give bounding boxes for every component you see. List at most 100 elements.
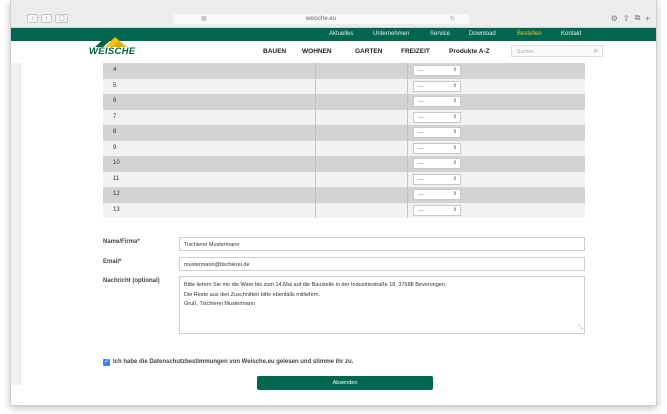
nav-garten[interactable]: GARTEN [355,48,382,55]
table-cell[interactable] [103,156,316,172]
table-cell[interactable] [316,156,408,172]
select-value: --- [418,130,424,136]
select-value: --- [418,192,424,198]
search-placeholder: Suchen [517,49,534,55]
table-cell[interactable] [316,94,408,110]
topnav-unternehmen[interactable]: Unternehmen [373,31,409,37]
select-arrow-icon: ⇕ [452,160,457,166]
row-select[interactable]: --- ⇕ [413,142,461,154]
select-value: --- [418,145,424,152]
table-cell[interactable] [103,202,316,218]
row-select[interactable]: --- ⇕ [413,204,461,216]
left-strip [11,63,21,385]
row-select[interactable]: --- ⇕ [413,127,461,138]
table-cell[interactable] [103,78,316,94]
table-row: 11 --- ⇕ [103,171,585,187]
email-value: mustermann@tischlerei.de [184,262,250,268]
row-select[interactable]: --- ⇕ [413,173,461,185]
table-cell[interactable] [316,171,408,187]
table-row: 12 --- ⇕ [103,187,585,203]
forward-button[interactable]: › [41,14,52,23]
topnav-service[interactable]: Service [430,31,450,37]
table-cell[interactable] [103,140,316,156]
reload-icon[interactable]: ↻ [450,14,455,24]
table-row: 13 --- ⇕ [103,202,585,218]
nav-bauen[interactable]: BAUEN [263,48,286,55]
address-bar[interactable]: ▦ weische.eu ↻ [173,14,469,24]
select-value: --- [418,99,424,105]
nav-produkte-a-z[interactable]: Produkte A-Z [449,48,490,55]
email-field[interactable]: mustermann@tischlerei.de [179,257,585,271]
share-icon[interactable]: ⇪ [623,14,630,23]
table-cell[interactable] [103,109,316,125]
grid-icon[interactable]: ▦ [201,14,207,24]
table-row: 5 --- ⇕ [103,78,585,94]
resize-handle-icon[interactable]: ⤡ [578,324,583,334]
weische-logo[interactable]: WEISCHE [89,32,139,62]
message-label: Nachricht (optional) [103,278,160,284]
search-input[interactable]: Suchen ⌕ [511,45,603,57]
sidebar-toggle-icon[interactable]: ▢ [55,14,68,23]
select-arrow-icon: ⇕ [452,67,457,73]
topnav-kontakt[interactable]: Kontakt [561,31,581,37]
topnav-download[interactable]: Download [469,31,496,37]
table-row: 7 --- ⇕ [103,109,585,125]
row-select[interactable]: --- ⇕ [413,158,461,169]
tabs-icon[interactable]: ⧉ [635,13,641,23]
select-value: --- [418,114,424,121]
select-value: --- [418,68,424,74]
select-arrow-icon: ⇕ [452,191,457,197]
row-select[interactable]: --- ⇕ [413,80,461,92]
select-arrow-icon: ⇕ [452,82,457,89]
table-row: 9 --- ⇕ [103,140,585,156]
select-arrow-icon: ⇕ [452,129,457,135]
email-label: Email* [103,259,122,265]
table-cell[interactable] [103,125,316,141]
search-icon[interactable]: ⌕ [594,46,598,56]
table-cell[interactable] [316,202,408,218]
back-button[interactable]: ‹ [27,14,38,23]
table-cell[interactable] [103,63,316,79]
row-select[interactable]: --- ⇕ [413,65,461,76]
row-select[interactable]: --- ⇕ [413,189,461,200]
nav-wohnen[interactable]: WOHNEN [302,48,332,55]
page-content: 4 --- ⇕ 5 --- ⇕ 6 --- ⇕ 7 --- ⇕ 8 --- ⇕ … [11,63,656,405]
row-select[interactable]: --- ⇕ [413,111,461,123]
table-cell[interactable] [103,171,316,187]
table-row: 4 --- ⇕ [103,63,585,79]
select-value: --- [418,176,424,183]
new-tab-icon[interactable]: + [645,14,650,23]
table-cell[interactable] [316,125,408,141]
site-header: WEISCHE BAUEN WOHNEN GARTEN FREIZEIT Pro… [11,36,656,63]
table-row: 8 --- ⇕ [103,125,585,141]
browser-actions: ⚙ ⇪ ⧉ + [611,13,650,23]
nav-buttons: ‹ › ▢ [27,14,68,23]
select-arrow-icon: ⇕ [452,98,457,104]
extension-icon[interactable]: ⚙ [611,14,618,23]
table-row: 10 --- ⇕ [103,156,585,172]
browser-toolbar: ‹ › ▢ ▦ weische.eu ↻ ⚙ ⇪ ⧉ + [11,0,656,28]
url-text: weische.eu [305,16,337,22]
table-cell[interactable] [316,140,408,156]
select-value: --- [418,207,424,214]
submit-button[interactable]: Absenden [257,376,433,390]
table-cell[interactable] [316,78,408,94]
consent-checkbox[interactable]: ✓ [103,359,110,366]
message-line: Bitte liefern Sie mir die Ware bis zum 1… [184,282,447,288]
table-cell[interactable] [103,187,316,203]
select-arrow-icon: ⇕ [452,144,457,151]
table-cell[interactable] [103,94,316,110]
name-value: Tischlerei Mustermann [184,242,240,248]
table-cell[interactable] [316,187,408,203]
topnav-aktuelles[interactable]: Aktuelles [329,31,353,37]
row-select[interactable]: --- ⇕ [413,96,461,107]
browser-window: ‹ › ▢ ▦ weische.eu ↻ ⚙ ⇪ ⧉ + Aktuelles U… [10,0,657,406]
topnav-bestellen[interactable]: Bestellen [517,31,542,37]
logo-text: WEISCHE [89,46,136,57]
table-row: 6 --- ⇕ [103,94,585,110]
table-cell[interactable] [316,63,408,79]
name-field[interactable]: Tischlerei Mustermann [179,237,585,251]
message-textarea[interactable]: Bitte liefern Sie mir die Ware bis zum 1… [179,276,585,334]
table-cell[interactable] [316,109,408,125]
nav-freizeit[interactable]: FREIZEIT [401,48,430,55]
